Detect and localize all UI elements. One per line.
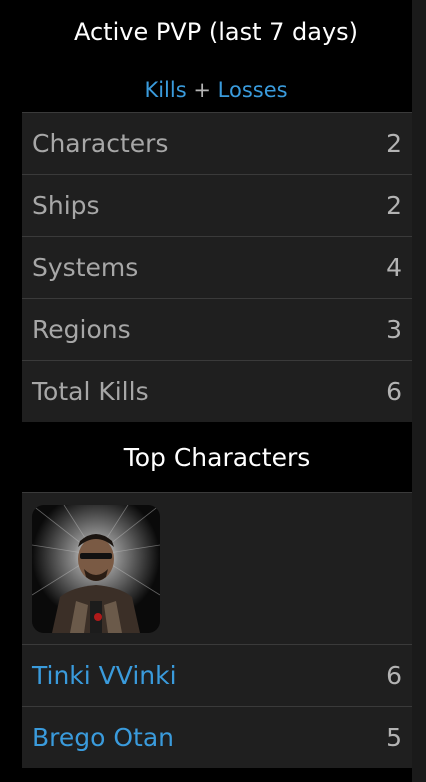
- kills-link[interactable]: Kills: [144, 78, 186, 102]
- character-row[interactable]: Brego Otan 5: [22, 706, 412, 768]
- stat-label: Regions: [32, 315, 131, 344]
- top-characters-heading: Top Characters: [22, 422, 412, 492]
- plus-separator: +: [193, 78, 211, 102]
- stat-row-characters: Characters 2: [22, 112, 412, 174]
- portrait-image: [32, 505, 160, 633]
- scrollbar[interactable]: [412, 0, 426, 782]
- stat-label: Total Kills: [32, 377, 149, 406]
- stat-row-regions: Regions 3: [22, 298, 412, 360]
- character-kill-count: 5: [386, 723, 402, 752]
- pvp-panel: Active PVP (last 7 days) Kills + Losses …: [0, 0, 426, 782]
- stat-label: Ships: [32, 191, 100, 220]
- stat-value: 2: [386, 191, 402, 220]
- stat-row-total-kills: Total Kills 6: [22, 360, 412, 422]
- stat-row-systems: Systems 4: [22, 236, 412, 298]
- panel-title: Active PVP (last 7 days): [73, 18, 359, 46]
- top-characters-table: Tinki VVinki 6 Brego Otan 5: [22, 492, 412, 768]
- character-name-link[interactable]: Brego Otan: [32, 723, 174, 752]
- character-portrait[interactable]: [32, 505, 160, 633]
- avatar-row: [22, 492, 412, 644]
- character-row[interactable]: Tinki VVinki 6: [22, 644, 412, 706]
- stat-value: 6: [386, 377, 402, 406]
- losses-link[interactable]: Losses: [218, 78, 288, 102]
- stat-value: 3: [386, 315, 402, 344]
- stat-label: Systems: [32, 253, 139, 282]
- stat-label: Characters: [32, 129, 169, 158]
- stat-value: 4: [386, 253, 402, 282]
- stats-table: Characters 2 Ships 2 Systems 4 Regions 3…: [22, 112, 412, 422]
- subtitle: Kills + Losses: [0, 78, 426, 102]
- character-name-link[interactable]: Tinki VVinki: [32, 661, 177, 690]
- stat-row-ships: Ships 2: [22, 174, 412, 236]
- stat-value: 2: [386, 129, 402, 158]
- character-kill-count: 6: [386, 661, 402, 690]
